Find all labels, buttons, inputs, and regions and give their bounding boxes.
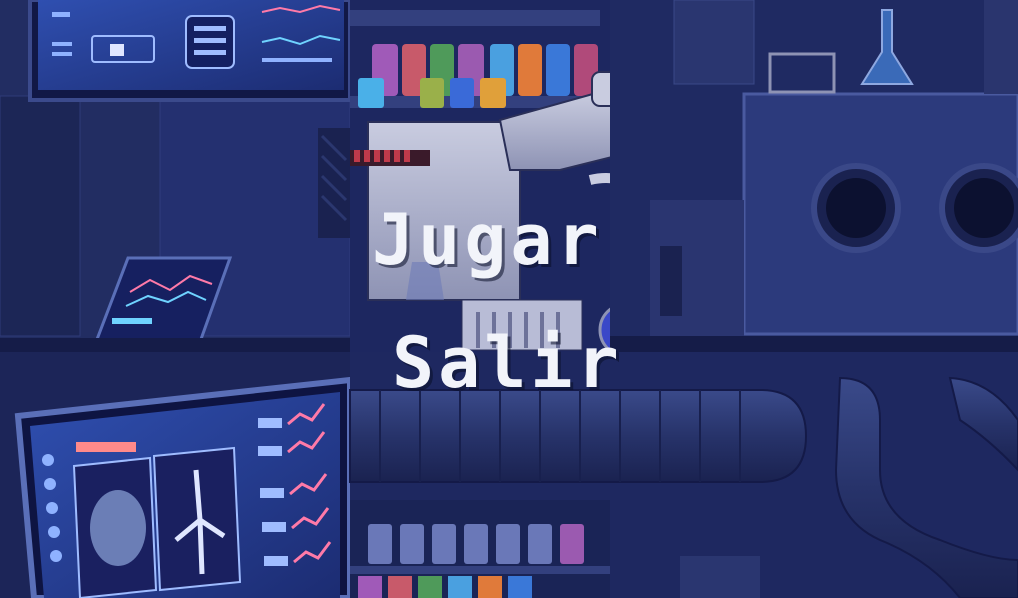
bottom-shelf-bottles xyxy=(350,500,610,598)
porthole-left xyxy=(811,163,901,253)
play-button[interactable]: Jugar xyxy=(372,205,603,275)
lab-background xyxy=(0,0,1018,598)
brain-scan-monitor xyxy=(14,376,353,598)
porthole-right xyxy=(939,163,1018,253)
exit-button[interactable]: Salir xyxy=(392,328,623,398)
wall-monitor xyxy=(28,0,352,102)
